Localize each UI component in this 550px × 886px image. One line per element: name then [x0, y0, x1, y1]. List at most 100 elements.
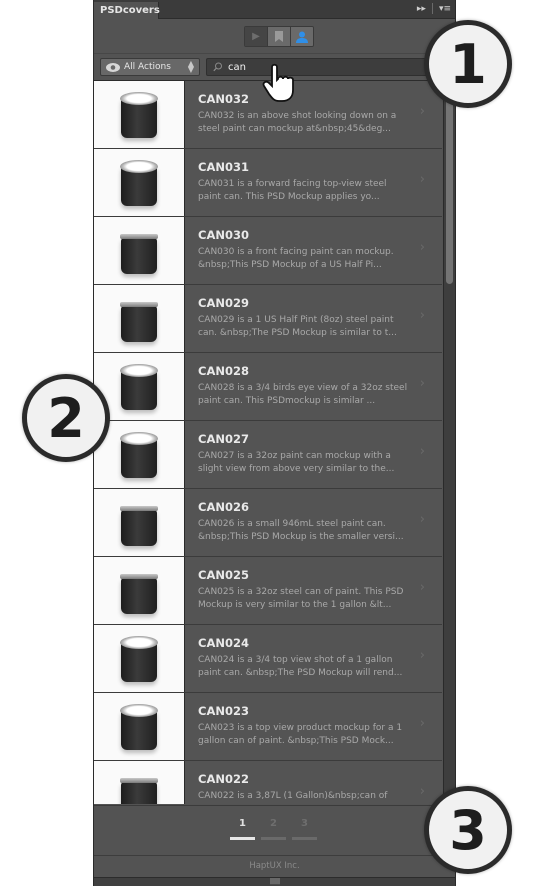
item-title: CAN029 — [198, 296, 249, 310]
item-description: CAN023 is a top view product mockup for … — [198, 723, 403, 746]
results-list: CAN032 CAN032 is an above shot looking do… — [94, 80, 442, 804]
select-value: All Actions — [124, 62, 171, 72]
item-thumbnail — [94, 761, 185, 804]
chevron-right-icon[interactable]: › — [420, 240, 425, 255]
item-thumbnail — [94, 149, 185, 216]
paint-can-image — [120, 91, 158, 138]
list-item[interactable]: CAN028 CAN028 is a 3/4 birds eye view of … — [94, 353, 442, 421]
item-thumbnail — [94, 285, 185, 352]
item-thumbnail — [94, 693, 185, 760]
search-box[interactable] — [206, 58, 451, 76]
paint-can-image — [120, 500, 158, 546]
list-item[interactable]: CAN026 CAN026 is a small 946mL steel pain… — [94, 489, 442, 557]
play-button[interactable]: ▶ — [245, 27, 267, 46]
list-item[interactable]: CAN029 CAN029 is a 1 US Half Pint (8oz) s… — [94, 285, 442, 353]
paint-can-image — [120, 296, 158, 342]
user-icon — [296, 31, 308, 43]
item-description: CAN032 is an above shot looking down on … — [198, 111, 397, 134]
page-indicator-bar — [261, 837, 286, 840]
item-description: CAN029 is a 1 US Half Pint (8oz) steel p… — [198, 315, 397, 338]
updown-arrows-icon: ▲ ▼ — [187, 59, 194, 74]
search-input[interactable] — [228, 61, 428, 73]
scrollbar-thumb[interactable] — [446, 84, 453, 284]
paint-can-image — [120, 363, 158, 410]
list-item[interactable]: CAN024 CAN024 is a 3/4 top view shot of a… — [94, 625, 442, 693]
callout-3: 3 — [424, 786, 512, 874]
page-1-button[interactable]: 1 — [230, 818, 255, 840]
chevron-right-icon[interactable]: › — [420, 104, 425, 119]
callout-2: 2 — [22, 374, 110, 462]
item-title: CAN027 — [198, 432, 249, 446]
item-title: CAN028 — [198, 364, 249, 378]
chevron-right-icon[interactable]: › — [420, 716, 425, 731]
paint-can-image — [120, 635, 158, 682]
list-item[interactable]: CAN027 CAN027 is a 32oz paint can mockup … — [94, 421, 442, 489]
page-number: 3 — [301, 818, 308, 829]
bookmark-icon — [275, 31, 283, 42]
item-description: CAN028 is a 3/4 birds eye view of a 32oz… — [198, 383, 408, 406]
paint-can-image — [120, 703, 158, 750]
psdcovers-panel: PSDcovers ▸▸ ▾≡ ▶ All Actions ▲▼ CAN032C… — [93, 0, 456, 886]
item-title: CAN026 — [198, 500, 249, 514]
callout-1: 1 — [424, 20, 512, 108]
chevron-right-icon[interactable]: › — [420, 648, 425, 663]
page-number: 1 — [239, 818, 246, 829]
item-title: CAN023 — [198, 704, 249, 718]
page-2-button[interactable]: 2 — [261, 818, 286, 840]
tab-psdcovers[interactable]: PSDcovers — [94, 2, 160, 19]
item-title: CAN022 — [198, 772, 249, 786]
page-3-button[interactable]: 3 — [292, 818, 317, 840]
divider — [431, 3, 433, 14]
actions-filter-select[interactable]: All Actions ▲ ▼ — [100, 58, 200, 76]
item-description: CAN026 is a small 946mL steel paint can.… — [198, 519, 404, 542]
list-item[interactable]: CAN030 CAN030 is a front facing paint can… — [94, 217, 442, 285]
panel-tab-bar: PSDcovers ▸▸ ▾≡ — [94, 0, 455, 19]
list-item[interactable]: CAN025 CAN025 is a 32oz steel can of pain… — [94, 557, 442, 625]
item-title: CAN032 — [198, 92, 249, 106]
paint-can-image — [120, 431, 158, 478]
item-description: CAN030 is a front facing paint can mocku… — [198, 247, 394, 270]
item-title: CAN024 — [198, 636, 249, 650]
item-thumbnail — [94, 217, 185, 284]
item-description: CAN031 is a forward facing top-view stee… — [198, 179, 387, 202]
chevron-right-icon[interactable]: › — [420, 376, 425, 391]
footer-text: HaptUX Inc. — [249, 861, 300, 871]
item-title: CAN025 — [198, 568, 249, 582]
page-number: 2 — [270, 818, 277, 829]
chevron-right-icon[interactable]: › — [420, 308, 425, 323]
mode-button-group: ▶ — [244, 26, 314, 47]
chevron-right-icon[interactable]: › — [420, 512, 425, 527]
item-description: CAN025 is a 32oz steel can of paint. Thi… — [198, 587, 404, 610]
item-thumbnail — [94, 557, 185, 624]
item-title: CAN031 — [198, 160, 249, 174]
footer: HaptUX Inc. — [94, 855, 455, 877]
item-title: CAN030 — [198, 228, 249, 242]
resize-grip[interactable]: |||||||||| — [94, 877, 455, 886]
search-icon — [213, 62, 222, 72]
paint-can-image — [120, 228, 158, 274]
paint-can-image — [120, 568, 158, 614]
paint-can-image — [120, 159, 158, 206]
item-description: CAN027 is a 32oz paint can mockup with a… — [198, 451, 395, 474]
chevron-right-icon[interactable]: › — [420, 172, 425, 187]
chevron-right-icon[interactable]: › — [420, 784, 425, 799]
bookmarks-button[interactable] — [267, 27, 290, 46]
play-icon: ▶ — [252, 31, 260, 42]
item-description: CAN022 is a 3,87L (1 Gallon)&nbsp;can of — [198, 791, 388, 801]
list-item[interactable]: CAN022 CAN022 is a 3,87L (1 Gallon)&nbsp;… — [94, 761, 442, 804]
list-item[interactable]: CAN031 CAN031 is a forward facing top-vie… — [94, 149, 442, 217]
chevron-right-icon[interactable]: › — [420, 444, 425, 459]
item-thumbnail — [94, 625, 185, 692]
page-indicator-bar — [292, 837, 317, 840]
pagination: 1 2 3 — [94, 805, 455, 855]
panel-menu-icon[interactable]: ▾≡ — [439, 4, 451, 14]
collapse-panel-icon[interactable]: ▸▸ — [417, 4, 426, 14]
paint-can-image — [120, 772, 158, 804]
chevron-right-icon[interactable]: › — [420, 580, 425, 595]
list-item[interactable]: CAN023 CAN023 is a top view product mocku… — [94, 693, 442, 761]
item-thumbnail — [94, 81, 185, 148]
user-button[interactable] — [290, 27, 313, 46]
eye-icon — [106, 62, 120, 72]
scrollbar[interactable] — [443, 80, 455, 804]
page-indicator-bar — [230, 837, 255, 840]
